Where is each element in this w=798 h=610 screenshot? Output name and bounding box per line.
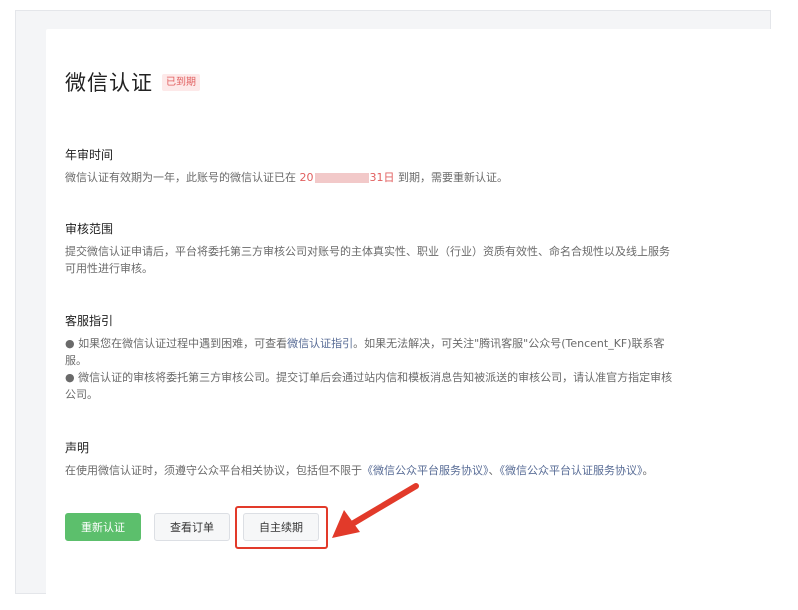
annual-review-title: 年审时间 [65, 148, 114, 162]
redacted-date-mask [314, 173, 369, 183]
review-scope-section: 审核范围 提交微信认证申请后，平台将委托第三方审核公司对账号的主体真实性、职业（… [65, 221, 675, 277]
statement-text-after: 。 [642, 464, 654, 477]
annual-review-text: 微信认证有效期为一年，此账号的微信认证已在 20 31日 到期，需要重新认证。 [65, 169, 675, 186]
statement-text-before: 在使用微信认证时，须遵守公众平台相关协议，包括但不限于 [65, 464, 362, 477]
statement-section: 声明 在使用微信认证时，须遵守公众平台相关协议，包括但不限于《微信公众平台服务协… [65, 440, 675, 479]
review-scope-title: 审核范围 [65, 222, 114, 236]
annual-review-text-after: 到期，需要重新认证。 [394, 171, 508, 184]
recertify-button[interactable]: 重新认证 [65, 513, 141, 541]
certification-service-agreement-link[interactable]: 《微信公众平台认证服务协议》 [500, 464, 643, 477]
view-orders-button[interactable]: 查看订单 [154, 513, 230, 541]
page-title: 微信认证 [65, 71, 153, 95]
bullet-1-text-before: ● 如果您在微信认证过程中遇到困难，可查看 [65, 337, 288, 350]
expiry-date-suffix: 31日 [369, 171, 395, 184]
annual-review-text-before: 微信认证有效期为一年，此账号的微信认证已在 [65, 171, 300, 184]
annual-review-section: 年审时间 微信认证有效期为一年，此账号的微信认证已在 20 31日 到期，需要重新… [65, 147, 675, 186]
service-guide-bullet-2: ● 微信认证的审核将委托第三方审核公司。提交订单后会通过站内信和模板消息告知被派… [65, 371, 673, 401]
arrow-pointer-icon [332, 483, 419, 538]
service-guide-bullet-1: ● 如果您在微信认证过程中遇到困难，可查看微信认证指引。如果无法解决，可关注"腾… [65, 335, 675, 369]
review-scope-text: 提交微信认证申请后，平台将委托第三方审核公司对账号的主体真实性、职业（行业）资质… [65, 245, 670, 275]
statement-separator: 、 [488, 464, 500, 477]
page-header: 微信认证 已到期 [65, 67, 200, 97]
expiry-date-prefix: 20 [299, 171, 314, 184]
annotation-highlight-box [235, 506, 328, 549]
service-guide-section: 客服指引 ● 如果您在微信认证过程中遇到困难，可查看微信认证指引。如果无法解决，… [65, 313, 675, 403]
platform-service-agreement-link[interactable]: 《微信公众平台服务协议》 [362, 464, 489, 477]
certification-guide-link[interactable]: 微信认证指引 [287, 337, 353, 350]
service-guide-title: 客服指引 [65, 314, 114, 328]
status-badge: 已到期 [162, 73, 200, 91]
statement-text: 在使用微信认证时，须遵守公众平台相关协议，包括但不限于《微信公众平台服务协议》、… [65, 462, 675, 479]
statement-title: 声明 [65, 441, 90, 455]
